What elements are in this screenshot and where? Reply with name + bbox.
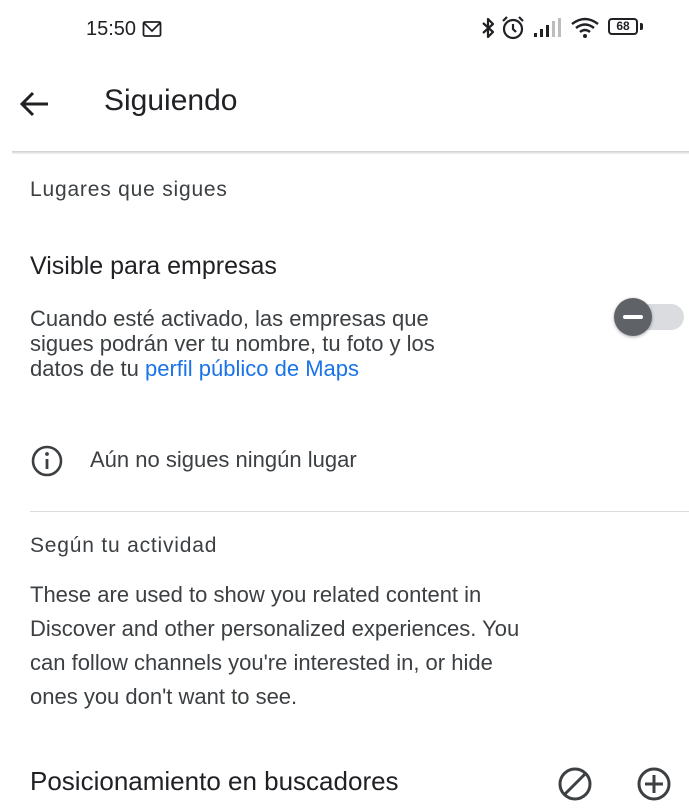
divider [30, 511, 689, 512]
description-line: datos de tu [30, 356, 145, 381]
toggle-off-indicator [623, 315, 643, 319]
description-line: These are used to show you related conte… [30, 582, 482, 607]
app-bar-shadow [12, 151, 689, 154]
bluetooth-icon [482, 17, 495, 39]
visible-to-businesses-title: Visible para empresas [30, 252, 277, 280]
description-line: sigues podrán ver tu nombre, tu foto y l… [30, 331, 435, 356]
back-arrow-icon [19, 91, 48, 117]
description-line: Discover and other personalized experien… [30, 616, 520, 641]
hide-icon[interactable] [555, 762, 595, 802]
wifi-icon [571, 17, 599, 38]
battery-tip [640, 23, 643, 30]
follow-icon[interactable] [634, 762, 674, 802]
mail-icon [142, 21, 162, 37]
back-button[interactable] [14, 84, 54, 124]
no-places-message: Aún no sigues ningún lugar [90, 447, 357, 472]
signal-icon [534, 18, 561, 37]
page-title: Siguiendo [104, 84, 238, 117]
maps-profile-link[interactable]: perfil público de Maps [145, 356, 359, 381]
section-header-activity: Según tu actividad [30, 534, 218, 557]
activity-description: These are used to show you related conte… [30, 578, 630, 714]
description-line: Cuando esté activado, las empresas que [30, 306, 429, 331]
battery-icon: 68 [608, 18, 638, 35]
topic-label: Posicionamiento en buscadores [30, 766, 399, 796]
visible-to-businesses-description: Cuando esté activado, las empresas que s… [30, 306, 570, 381]
info-icon [31, 445, 63, 477]
alarm-icon [502, 16, 524, 40]
description-line: can follow channels you're interested in… [30, 650, 493, 675]
section-header-following: Lugares que sigues [30, 178, 228, 201]
description-line: ones you don't want to see. [30, 684, 298, 709]
status-time: 15:50 [86, 18, 137, 40]
